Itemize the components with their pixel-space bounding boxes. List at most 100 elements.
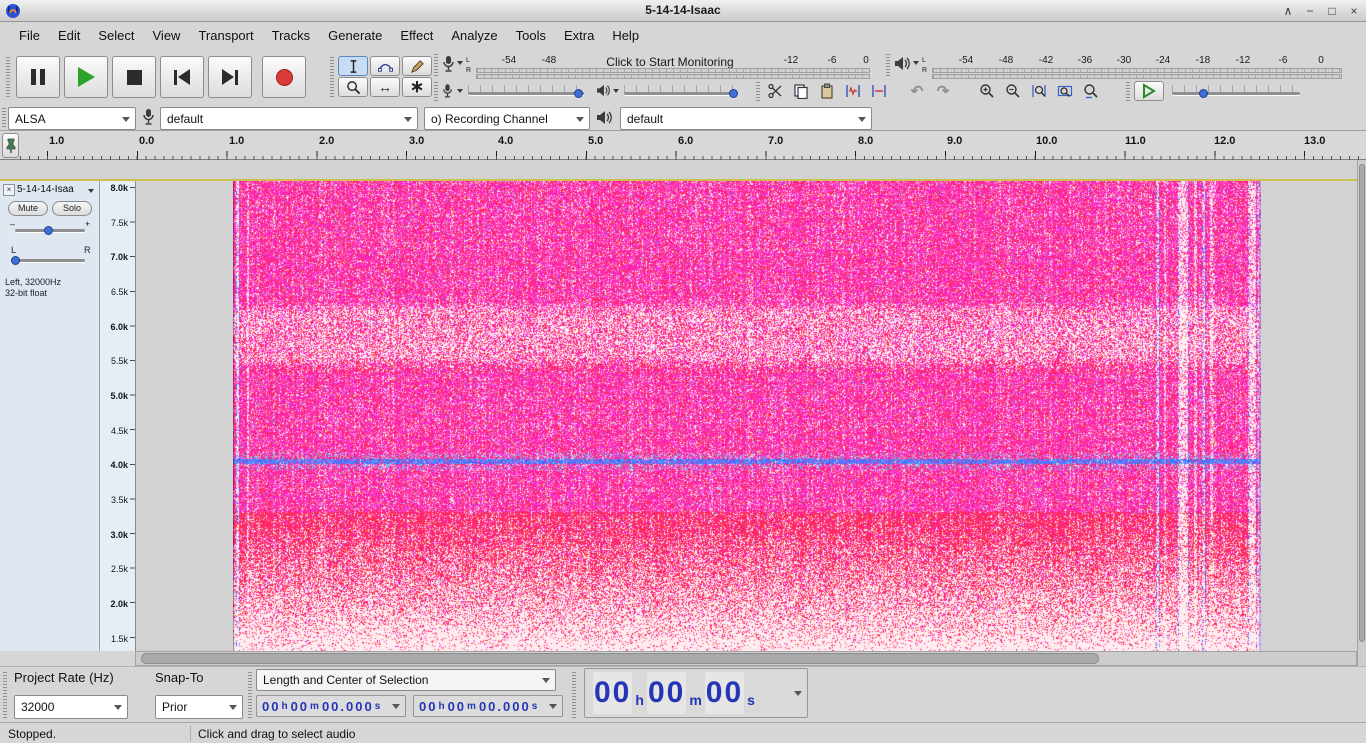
skip-to-end-button[interactable] xyxy=(208,56,252,98)
audio-position-display[interactable]: 00 h 00 m 00 s xyxy=(584,668,808,718)
recording-device-select[interactable]: default xyxy=(160,107,418,130)
trim-audio-button[interactable] xyxy=(842,81,864,101)
playback-volume-slider[interactable] xyxy=(624,92,738,95)
mixer-speaker-dropdown-icon[interactable] xyxy=(613,89,619,93)
recording-channels-select[interactable]: o) Recording Channel xyxy=(424,107,590,130)
maximize-button[interactable]: □ xyxy=(1324,4,1340,18)
copy-button[interactable] xyxy=(790,81,812,101)
pan-slider-thumb[interactable] xyxy=(11,256,20,265)
playback-meter-speaker-icon[interactable] xyxy=(894,56,911,71)
play-button[interactable] xyxy=(64,56,108,98)
menu-help[interactable]: Help xyxy=(603,28,648,43)
play-at-speed-button[interactable] xyxy=(1134,81,1164,101)
mute-button[interactable]: Mute xyxy=(8,201,48,216)
vertical-scrollbar[interactable] xyxy=(1357,160,1366,666)
vertical-scrollbar-thumb[interactable] xyxy=(1359,164,1365,642)
horizontal-scrollbar[interactable] xyxy=(135,651,1357,666)
menu-generate[interactable]: Generate xyxy=(319,28,391,43)
pause-button[interactable] xyxy=(16,56,60,98)
close-button[interactable]: × xyxy=(1346,4,1362,18)
playback-volume-thumb[interactable] xyxy=(729,89,738,98)
play-speed-slider[interactable] xyxy=(1172,92,1300,95)
selection-fields-grip[interactable] xyxy=(248,672,252,718)
menu-view[interactable]: View xyxy=(144,28,190,43)
cut-button[interactable] xyxy=(764,81,786,101)
track-control-panel[interactable]: × 5-14-14-Isaa Mute Solo – + L R Left, 3… xyxy=(0,181,100,651)
track-close-button[interactable]: × xyxy=(3,184,15,196)
skip-to-start-button[interactable] xyxy=(160,56,204,98)
paste-button[interactable] xyxy=(816,81,838,101)
menu-extra[interactable]: Extra xyxy=(555,28,603,43)
menu-file[interactable]: File xyxy=(10,28,49,43)
menu-tracks[interactable]: Tracks xyxy=(263,28,320,43)
frequency-ruler[interactable]: 8.0k 7.5k 7.0k 6.5k 6.0k 5.5k 5.0k 4.5k … xyxy=(100,181,136,651)
transport-toolbar-grip[interactable] xyxy=(6,57,10,97)
horizontal-scrollbar-thumb[interactable] xyxy=(141,653,1099,664)
timeline-options-button[interactable] xyxy=(2,133,19,158)
gain-slider-thumb[interactable] xyxy=(44,226,53,235)
zoom-toggle-button[interactable] xyxy=(1080,81,1102,101)
menu-select[interactable]: Select xyxy=(89,28,143,43)
play-at-speed-grip[interactable] xyxy=(1126,82,1130,102)
playback-meter-bar-right[interactable] xyxy=(932,74,1342,79)
menu-transport[interactable]: Transport xyxy=(189,28,262,43)
recording-meter-mic-icon[interactable] xyxy=(442,55,455,73)
playback-meter-grip[interactable] xyxy=(886,54,890,76)
timeshift-tool-button[interactable]: ↔ xyxy=(370,77,400,97)
spectrogram[interactable] xyxy=(233,181,1261,651)
monitoring-text[interactable]: Click to Start Monitoring xyxy=(560,55,780,69)
mixer-toolbar-grip[interactable] xyxy=(434,82,438,102)
project-rate-select[interactable]: 32000 xyxy=(14,695,128,719)
fit-project-button[interactable] xyxy=(1054,81,1076,101)
edit-toolbar-grip[interactable] xyxy=(756,82,760,102)
selection-start-field[interactable]: 00 h 00 m 00.000 s xyxy=(256,695,406,717)
dropdown-arrow-icon[interactable] xyxy=(392,704,400,709)
envelope-tool-button[interactable] xyxy=(370,56,400,76)
menu-effect[interactable]: Effect xyxy=(391,28,442,43)
snap-to-select[interactable]: Prior xyxy=(155,695,243,719)
minimize-button[interactable]: − xyxy=(1302,4,1318,18)
playback-meter-bar-left[interactable] xyxy=(932,68,1342,73)
menu-analyze[interactable]: Analyze xyxy=(442,28,506,43)
recording-meter-dropdown-icon[interactable] xyxy=(457,61,463,65)
recording-volume-slider[interactable] xyxy=(468,92,584,95)
play-speed-thumb[interactable] xyxy=(1199,89,1208,98)
silence-audio-button[interactable] xyxy=(868,81,890,101)
track-name[interactable]: 5-14-14-Isaa xyxy=(17,184,83,195)
redo-button[interactable]: ↷ xyxy=(932,81,954,101)
device-toolbar-grip[interactable] xyxy=(2,108,6,128)
pan-slider[interactable] xyxy=(15,259,85,262)
timeline-ruler[interactable]: 1.0 0.0 1.0 2.0 3.0 4.0 5.0 6.0 7.0 8.0 … xyxy=(20,131,1366,160)
fit-selection-button[interactable] xyxy=(1028,81,1050,101)
tools-toolbar-grip[interactable] xyxy=(330,57,334,98)
record-button[interactable] xyxy=(262,56,306,98)
playback-meter-dropdown-icon[interactable] xyxy=(913,61,919,65)
menu-tools[interactable]: Tools xyxy=(507,28,555,43)
multi-tool-button[interactable]: ∗ xyxy=(402,77,432,97)
menu-edit[interactable]: Edit xyxy=(49,28,89,43)
audio-host-select[interactable]: ALSA xyxy=(8,107,136,130)
selection-mode-select[interactable]: Length and Center of Selection xyxy=(256,669,556,691)
selection-tool-button[interactable] xyxy=(338,56,368,76)
recording-meter-bar-right[interactable] xyxy=(476,74,870,79)
dropdown-arrow-icon[interactable] xyxy=(794,691,802,696)
draw-tool-button[interactable] xyxy=(402,56,432,76)
track-content[interactable] xyxy=(136,181,1357,651)
selection-center-field[interactable]: 00 h 00 m 00.000 s xyxy=(413,695,563,717)
stop-button[interactable] xyxy=(112,56,156,98)
zoom-tool-button[interactable] xyxy=(338,77,368,97)
mixer-mic-dropdown-icon[interactable] xyxy=(457,89,463,93)
undo-button[interactable]: ↶ xyxy=(906,81,928,101)
selection-toolbar-grip[interactable] xyxy=(3,672,7,718)
playback-device-select[interactable]: default xyxy=(620,107,872,130)
recording-volume-thumb[interactable] xyxy=(574,89,583,98)
recording-meter-grip[interactable] xyxy=(434,54,438,76)
dropdown-arrow-icon[interactable] xyxy=(549,704,557,709)
zoom-out-button[interactable] xyxy=(1002,81,1024,101)
zoom-in-button[interactable] xyxy=(976,81,998,101)
recording-meter-bar-left[interactable] xyxy=(476,68,870,73)
solo-button[interactable]: Solo xyxy=(52,201,92,216)
shade-button[interactable]: ∧ xyxy=(1280,4,1296,18)
time-display-grip[interactable] xyxy=(572,672,576,718)
track-menu-arrow-icon[interactable] xyxy=(88,189,94,193)
